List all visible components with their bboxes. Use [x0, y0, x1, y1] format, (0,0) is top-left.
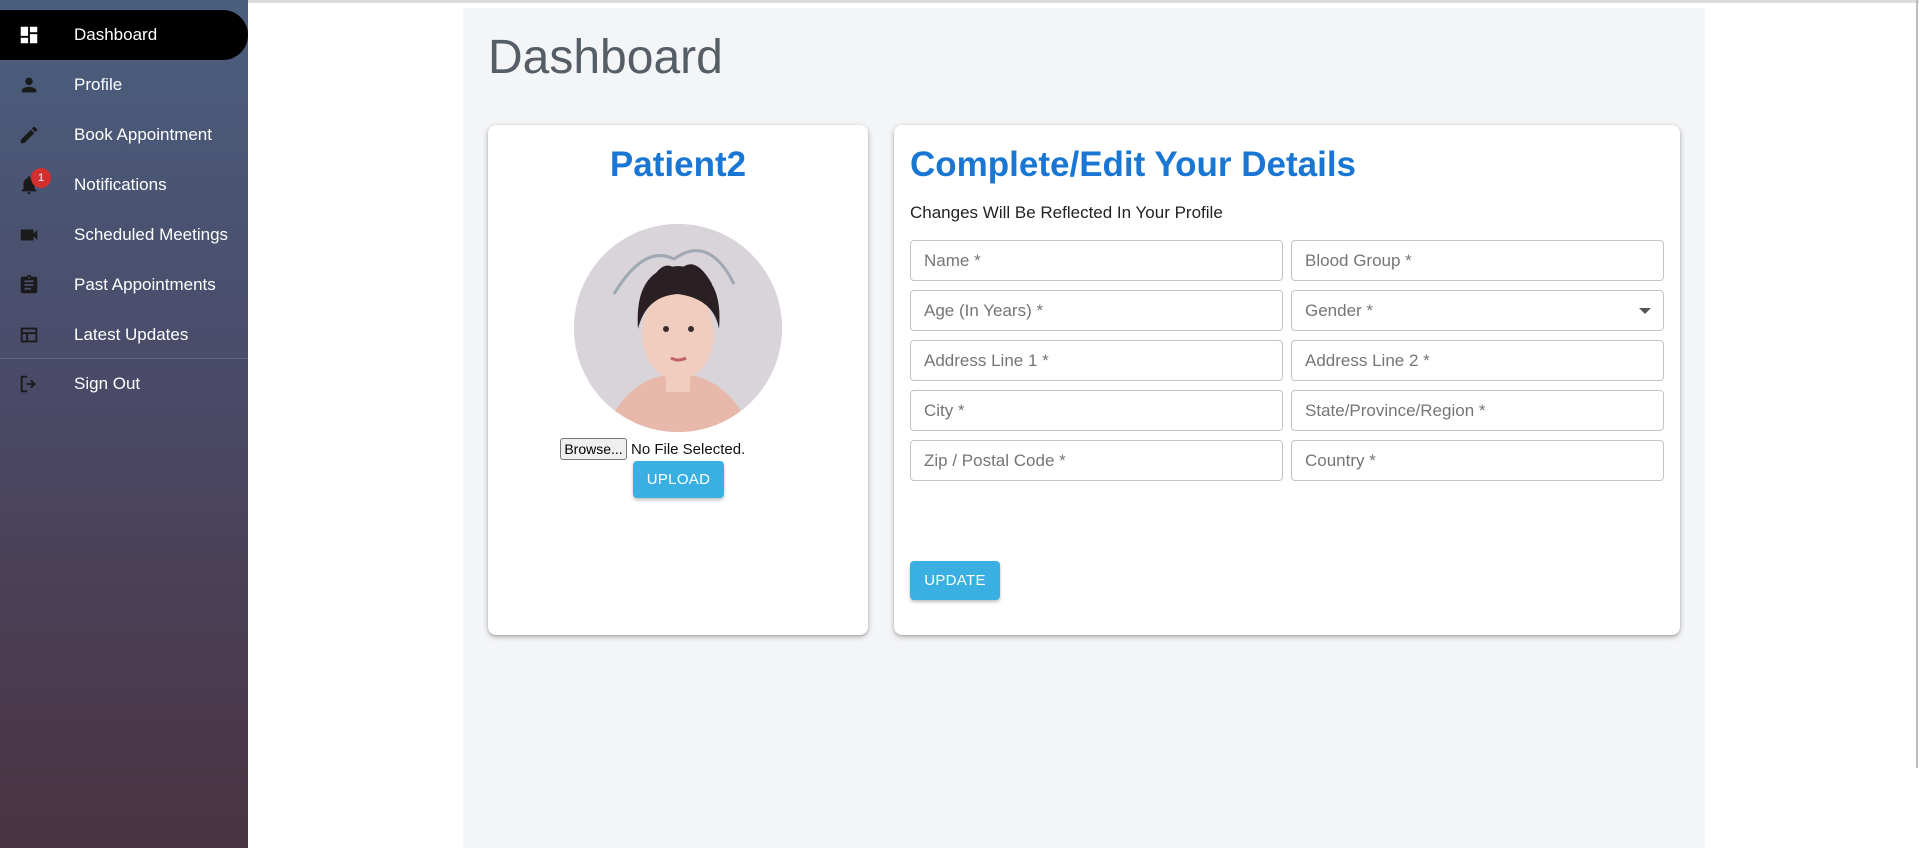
age-field[interactable]: Age (In Years) * [910, 290, 1283, 331]
details-form-subtitle: Changes Will Be Reflected In Your Profil… [910, 203, 1223, 222]
state-field[interactable]: State/Province/Region * [1291, 390, 1664, 431]
sidebar-item-profile[interactable]: Profile [0, 60, 248, 110]
patient-name: Patient2 [609, 145, 747, 184]
field-label: Name * [924, 250, 981, 270]
sidebar-item-dashboard[interactable]: Dashboard [0, 10, 248, 60]
country-field[interactable]: Country * [1291, 440, 1664, 481]
sidebar-item-label: Sign Out [74, 374, 141, 393]
sidebar-item-label: Book Appointment [74, 125, 212, 144]
sign-out-icon [20, 375, 36, 393]
field-label: Gender * [1305, 300, 1374, 320]
field-label: Address Line 1 * [924, 350, 1049, 370]
blood-group-field[interactable]: Blood Group * [1291, 240, 1664, 281]
field-label: Zip / Postal Code * [924, 450, 1066, 470]
dashboard-icon [20, 26, 38, 44]
sidebar-item-latest-updates[interactable]: Latest Updates [0, 310, 248, 360]
sidebar-item-notifications[interactable]: 1 Notifications [0, 160, 248, 210]
details-card: Complete/Edit Your Details Changes Will … [894, 125, 1680, 635]
sidebar-item-label: Past Appointments [74, 275, 216, 294]
avatar-photo-image [574, 224, 782, 432]
address-line-2-field[interactable]: Address Line 2 * [1291, 340, 1664, 381]
video-camera-icon [20, 229, 38, 241]
dropdown-arrow-icon [1639, 308, 1651, 314]
sidebar: Dashboard Profile Book Appointment 1 Not… [0, 0, 248, 848]
details-form-title: Complete/Edit Your Details [910, 145, 1357, 184]
address-line-1-field[interactable]: Address Line 1 * [910, 340, 1283, 381]
field-label: State/Province/Region * [1305, 400, 1486, 420]
sidebar-item-label: Notifications [74, 175, 167, 194]
clipboard-icon [20, 274, 38, 294]
avatar [574, 224, 782, 432]
sidebar-item-label: Latest Updates [74, 325, 189, 344]
sidebar-item-label: Scheduled Meetings [74, 225, 229, 244]
zip-code-field[interactable]: Zip / Postal Code * [910, 440, 1283, 481]
field-label: Country * [1305, 450, 1376, 470]
window-scrollbar-edge [1916, 0, 1918, 768]
sidebar-item-past-appointments[interactable]: Past Appointments [0, 260, 248, 310]
table-icon [20, 327, 38, 343]
person-icon [21, 77, 37, 93]
city-field[interactable]: City * [910, 390, 1283, 431]
sidebar-item-label: Dashboard [74, 25, 158, 44]
file-status-text: No File Selected. [631, 441, 746, 458]
name-field[interactable]: Name * [910, 240, 1283, 281]
field-label: Address Line 2 * [1305, 350, 1430, 370]
field-label: Blood Group * [1305, 250, 1412, 270]
notification-count-badge: 1 [31, 168, 51, 188]
profile-card: Patient2 Browse... No File Selected. UPL… [488, 125, 868, 635]
update-button[interactable]: UPDATE [910, 561, 1000, 600]
browse-file-button[interactable]: Browse... [560, 438, 627, 460]
page-title: Dashboard [488, 31, 723, 84]
sidebar-item-scheduled-meetings[interactable]: Scheduled Meetings [0, 210, 248, 260]
top-border [248, 0, 1919, 3]
sidebar-item-label: Profile [74, 75, 123, 94]
gender-select[interactable]: Gender * [1291, 290, 1664, 331]
field-label: Age (In Years) * [924, 300, 1044, 320]
field-label: City * [924, 400, 965, 420]
sidebar-item-sign-out[interactable]: Sign Out [0, 359, 248, 409]
main-content: Dashboard Patient2 Browse... No File Sel… [463, 8, 1705, 848]
sidebar-item-book-appointment[interactable]: Book Appointment [0, 110, 248, 160]
pencil-icon [20, 126, 38, 144]
upload-button[interactable]: UPLOAD [633, 461, 724, 498]
